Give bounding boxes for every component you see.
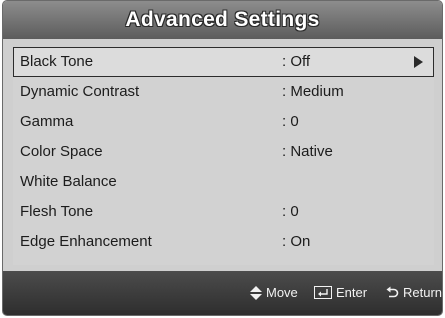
menu-item-label: Edge Enhancement: [20, 233, 152, 250]
advanced-settings-menu: Advanced Settings Black Tone : Off Dynam…: [2, 0, 443, 316]
menu-item-white-balance[interactable]: White Balance: [13, 167, 434, 197]
move-label: Move: [266, 285, 298, 300]
menu-item-dynamic-contrast[interactable]: Dynamic Contrast : Medium: [13, 77, 434, 107]
menu-item-black-tone[interactable]: Black Tone : Off: [13, 47, 434, 77]
menu-item-edge-enhancement[interactable]: Edge Enhancement : On: [13, 227, 434, 257]
menu-item-value: : 0: [282, 113, 299, 130]
move-guide: Move: [250, 285, 298, 300]
menu-item-gamma[interactable]: Gamma : 0: [13, 107, 434, 137]
right-arrow-icon: [414, 56, 423, 68]
menu-item-value: : Medium: [282, 83, 344, 100]
menu-title: Advanced Settings: [125, 8, 320, 31]
return-icon: [386, 286, 399, 298]
return-label: Return: [403, 285, 443, 300]
menu-item-label: Black Tone: [20, 53, 94, 70]
up-down-arrows-icon: [250, 285, 262, 300]
menu-item-value: : On: [282, 233, 311, 250]
menu-item-label: Color Space: [20, 143, 103, 160]
menu-item-flesh-tone[interactable]: Flesh Tone : 0: [13, 197, 434, 227]
menu-item-label: Gamma: [20, 113, 74, 130]
menu-item-color-space[interactable]: Color Space : Native: [13, 137, 434, 167]
title-bar: Advanced Settings: [3, 1, 442, 39]
settings-list: Black Tone : Off Dynamic Contrast : Medi…: [13, 47, 434, 265]
enter-guide: Enter: [314, 285, 367, 300]
menu-item-value: : Off: [282, 53, 311, 70]
enter-icon: [314, 286, 332, 299]
menu-item-value: : Native: [282, 143, 333, 160]
menu-item-label: White Balance: [20, 173, 117, 190]
footer-guide-bar: Move Enter Return: [3, 271, 442, 315]
return-guide: Return: [386, 285, 442, 300]
menu-item-label: Dynamic Contrast: [20, 83, 140, 100]
enter-label: Enter: [336, 285, 368, 300]
menu-item-value: : 0: [282, 203, 299, 220]
menu-item-label: Flesh Tone: [20, 203, 94, 220]
